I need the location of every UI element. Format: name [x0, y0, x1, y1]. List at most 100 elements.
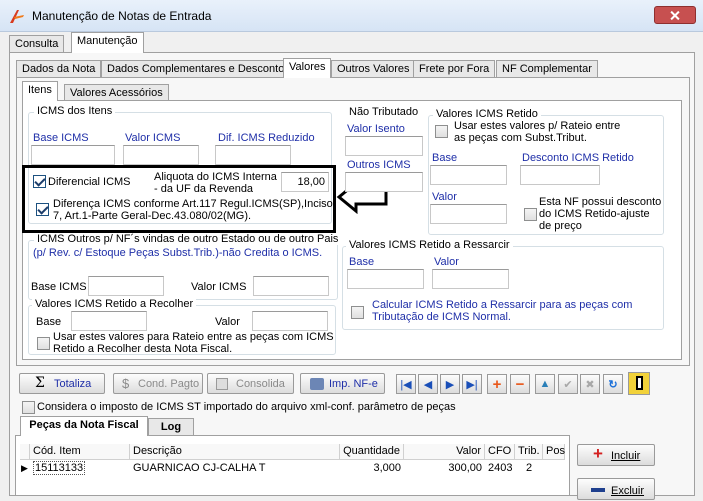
- outros-icms-field[interactable]: [345, 172, 423, 192]
- valor-isento-field[interactable]: [345, 136, 423, 156]
- tab-log[interactable]: Log: [148, 418, 194, 436]
- edit-record-button[interactable]: ▲: [535, 374, 555, 394]
- refresh-icon: ↻: [608, 378, 618, 391]
- aliquota-field[interactable]: 18,00: [281, 172, 329, 192]
- ressarcir-valor-field[interactable]: [432, 269, 509, 289]
- recolher-base-field[interactable]: [71, 311, 147, 331]
- cancel-record-button[interactable]: ✖: [580, 374, 600, 394]
- cond-pagto-button[interactable]: $ Cond. Pagto: [113, 373, 203, 394]
- diferenca-icms-checkbox[interactable]: [36, 203, 49, 216]
- plus-icon: +: [593, 444, 603, 463]
- diferencial-icms-label: Diferencial ICMS: [48, 176, 131, 188]
- aliquota-label-2: - da UF da Revenda: [154, 183, 254, 195]
- minus-icon: [591, 488, 605, 492]
- delete-record-button[interactable]: −: [510, 374, 530, 394]
- recolher-valor-field[interactable]: [252, 311, 328, 331]
- tab-consulta[interactable]: Consulta: [9, 35, 65, 53]
- tab-dados-nota[interactable]: Dados da Nota: [16, 60, 102, 78]
- col-trib[interactable]: Trib.: [515, 444, 543, 460]
- base-icms-label: Base ICMS: [33, 132, 89, 144]
- diferenca-icms-label-2: 7, Art.1-Parte Geral-Dec.43.080/02(MG).: [53, 210, 252, 222]
- exit-button[interactable]: [628, 372, 650, 395]
- col-cfo[interactable]: CFO: [485, 444, 515, 460]
- cell-cfo[interactable]: 2403: [485, 461, 515, 477]
- rateio-subst-label-2: as peças com Subst.Tribut.: [454, 132, 587, 144]
- nf-desconto-checkbox[interactable]: [524, 208, 537, 221]
- consolida-button[interactable]: Consolida: [207, 373, 294, 394]
- cell-trib[interactable]: 2: [515, 461, 543, 477]
- check-icon: ✔: [563, 378, 573, 391]
- prev-record-button[interactable]: ◀: [418, 374, 438, 394]
- col-quantidade[interactable]: Quantidade: [340, 444, 404, 460]
- cell-cod[interactable]: 15113133: [30, 461, 130, 477]
- ressarcir-base-label: Base: [349, 256, 375, 268]
- totaliza-label: Totaliza: [54, 378, 92, 390]
- minus-icon: −: [515, 375, 525, 393]
- retido-valor-field[interactable]: [430, 204, 507, 224]
- window-title: Manutenção de Notas de Entrada: [32, 9, 212, 23]
- cell-valor[interactable]: 300,00: [404, 461, 485, 477]
- totaliza-button[interactable]: Σ Totaliza: [19, 373, 105, 394]
- aliquota-label: Aliquota do ICMS Interna: [154, 171, 277, 183]
- tab-frete-por-fora[interactable]: Frete por Fora: [413, 60, 496, 78]
- next-icon: ▶: [445, 378, 455, 391]
- tab-manutencao[interactable]: Manutenção: [71, 32, 144, 53]
- considera-st-checkbox[interactable]: [22, 401, 35, 414]
- considera-st-label: Considera o imposto de ICMS ST importado…: [37, 401, 456, 413]
- desconto-retido-field[interactable]: [520, 165, 600, 185]
- refresh-button[interactable]: ↻: [603, 374, 623, 394]
- last-record-button[interactable]: ▶|: [462, 374, 482, 394]
- up-triangle-icon: ▲: [539, 378, 551, 390]
- valor-isento-label: Valor Isento: [347, 123, 405, 135]
- col-valor[interactable]: Valor: [404, 444, 485, 460]
- desconto-retido-label: Desconto ICMS Retido: [522, 152, 634, 164]
- retido-base-field[interactable]: [430, 165, 507, 185]
- col-descricao[interactable]: Descrição: [130, 444, 340, 460]
- valor-icms-field[interactable]: [123, 145, 199, 165]
- plus-icon: +: [492, 375, 502, 393]
- dif-icms-reduzido-field[interactable]: [215, 145, 291, 165]
- diferencial-icms-checkbox[interactable]: [33, 175, 46, 188]
- tab-dados-complementares[interactable]: Dados Complementares e Desconto: [101, 60, 291, 78]
- dollar-icon: $: [122, 376, 130, 391]
- outros-valor-icms-label: Valor ICMS: [191, 281, 247, 293]
- post-record-button[interactable]: ✔: [558, 374, 578, 394]
- cell-quantidade[interactable]: 3,000: [340, 461, 404, 477]
- rateio-subst-checkbox[interactable]: [435, 125, 448, 138]
- tab-itens[interactable]: Itens: [22, 81, 58, 101]
- outros-base-icms-field[interactable]: [88, 276, 164, 296]
- add-record-button[interactable]: +: [487, 374, 507, 394]
- incluir-button[interactable]: + Incluir: [577, 444, 655, 466]
- rateio-subst-label: Usar estes valores p/ Rateio entre: [454, 120, 621, 132]
- retido-recolher-title: Valores ICMS Retido a Recolher: [32, 298, 197, 310]
- tab-valores[interactable]: Valores: [283, 58, 332, 78]
- ressarcir-valor-label: Valor: [434, 256, 459, 268]
- rateio-recolher-label-2: Retido a Recolher desta Nota Fiscal.: [53, 343, 233, 355]
- excluir-label: Excluir: [611, 485, 645, 497]
- close-icon[interactable]: [654, 6, 696, 24]
- nao-tributado-title: Não Tributado: [349, 106, 419, 118]
- grid-indicator-header: [20, 444, 30, 460]
- nf-desconto-label-3: de preço: [539, 220, 582, 232]
- import-icon: [310, 378, 324, 390]
- retido-base-label: Base: [432, 152, 458, 164]
- retido-ressarcir-title: Valores ICMS Retido a Ressarcir: [346, 239, 513, 251]
- outros-valor-icms-field[interactable]: [253, 276, 329, 296]
- imp-nfe-button[interactable]: Imp. NF-e: [300, 373, 385, 394]
- tab-outros-valores[interactable]: Outros Valores: [331, 60, 416, 78]
- rateio-recolher-checkbox[interactable]: [37, 337, 50, 350]
- tab-nf-complementar[interactable]: NF Complementar: [496, 60, 598, 78]
- calc-ressarcir-checkbox[interactable]: [351, 306, 364, 319]
- cell-descricao[interactable]: GUARNICAO CJ-CALHA T: [130, 461, 340, 477]
- col-cod-item[interactable]: Cód. Item: [30, 444, 130, 460]
- base-icms-field[interactable]: [31, 145, 115, 165]
- excluir-button[interactable]: Excluir: [577, 478, 655, 500]
- tab-pecas-nota-fiscal[interactable]: Peças da Nota Fiscal: [20, 416, 148, 436]
- ressarcir-base-field[interactable]: [347, 269, 424, 289]
- imp-nfe-label: Imp. NF-e: [329, 378, 378, 390]
- next-record-button[interactable]: ▶: [440, 374, 460, 394]
- col-pos[interactable]: Pos: [543, 444, 565, 460]
- first-record-button[interactable]: |◀: [396, 374, 416, 394]
- cell-pos[interactable]: [543, 461, 565, 477]
- rateio-recolher-label: Usar estes valores para Rateio entre as …: [53, 331, 334, 343]
